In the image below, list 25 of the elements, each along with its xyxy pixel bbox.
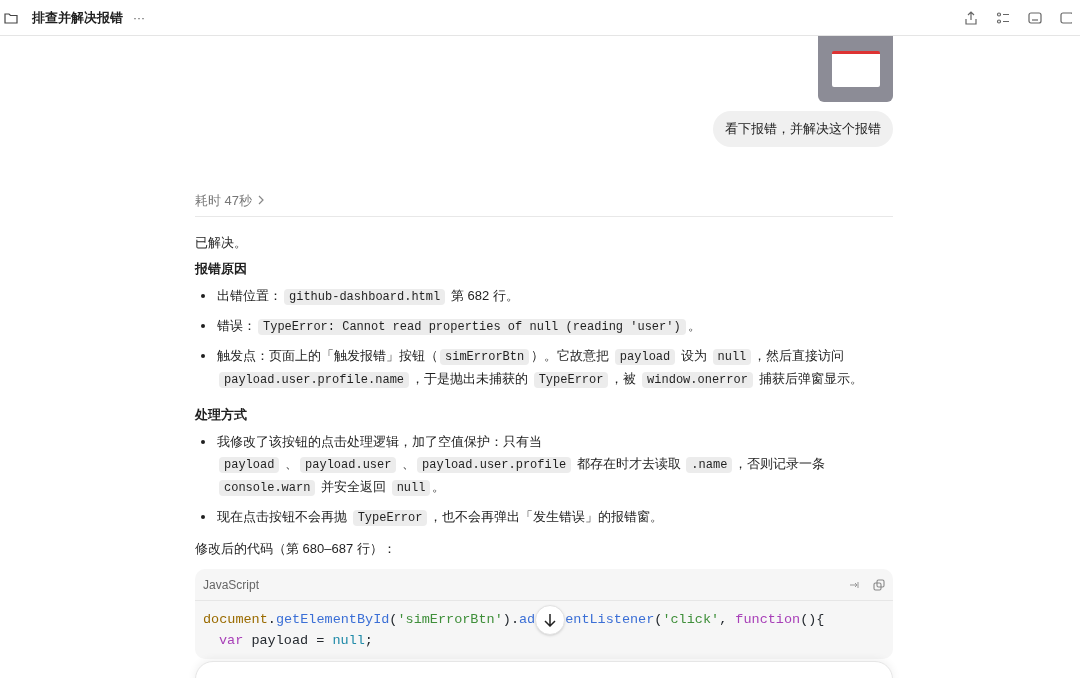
folder-icon[interactable] — [4, 11, 18, 24]
answer-intro: 已解决。 — [195, 234, 248, 252]
reasoning-toggle[interactable]: 耗时 47秒 — [195, 190, 266, 210]
share-icon[interactable] — [964, 10, 978, 25]
code-language: JavaScript — [203, 576, 260, 594]
bullet-text: 现在点击按钮不会再抛 TypeError ，也不会再弹出「发生错误」的报错窗。 — [217, 508, 664, 528]
section-heading: 报错原因 — [195, 260, 248, 278]
bullet-text: 出错位置： github-dashboard.html 第 682 行。 — [217, 287, 519, 307]
user-message-bubble: 看下报错，并解决这个报错 — [713, 111, 893, 147]
copy-icon[interactable] — [873, 578, 885, 591]
more-button[interactable]: ··· — [133, 8, 145, 27]
code-line: var payload = null; — [218, 632, 374, 650]
screenshot-thumbnail[interactable] — [818, 36, 893, 102]
bullet-text: 触发点：页面上的「触发报错」按钮（ simErrorBtn ）。它故意把 payload 设为 null ，然后直接访问 payload.user.profile.name ，于是抛出未捕获的 TypeError ，被 window.onerror 捕获后弹窗显示。 — [217, 347, 864, 390]
wrap-icon[interactable] — [849, 579, 859, 590]
section-heading: 处理方式 — [195, 406, 248, 424]
code-caption: 修改后的代码（第 680–687 行）： — [195, 540, 397, 558]
scroll-down-button[interactable] — [535, 605, 566, 635]
conversation-title: 排查并解决报错 — [32, 8, 123, 27]
panel-icon[interactable] — [1028, 10, 1042, 25]
arrow-down-icon — [544, 613, 557, 627]
code-line: document.getElementById('simErrorBtn').ad entListener('click', function(){ — [203, 609, 885, 630]
window-icon[interactable] — [1060, 10, 1072, 25]
bullet-text: 我修改了该按钮的点击处理逻辑，加了空值保护：只有当 payload 、 payload.user 、 payload.user.profile 都存在时才去读取 .name ，否则记录一条 console.warn 并安全返回 null 。 — [217, 433, 827, 498]
checklist-icon[interactable] — [996, 10, 1010, 25]
